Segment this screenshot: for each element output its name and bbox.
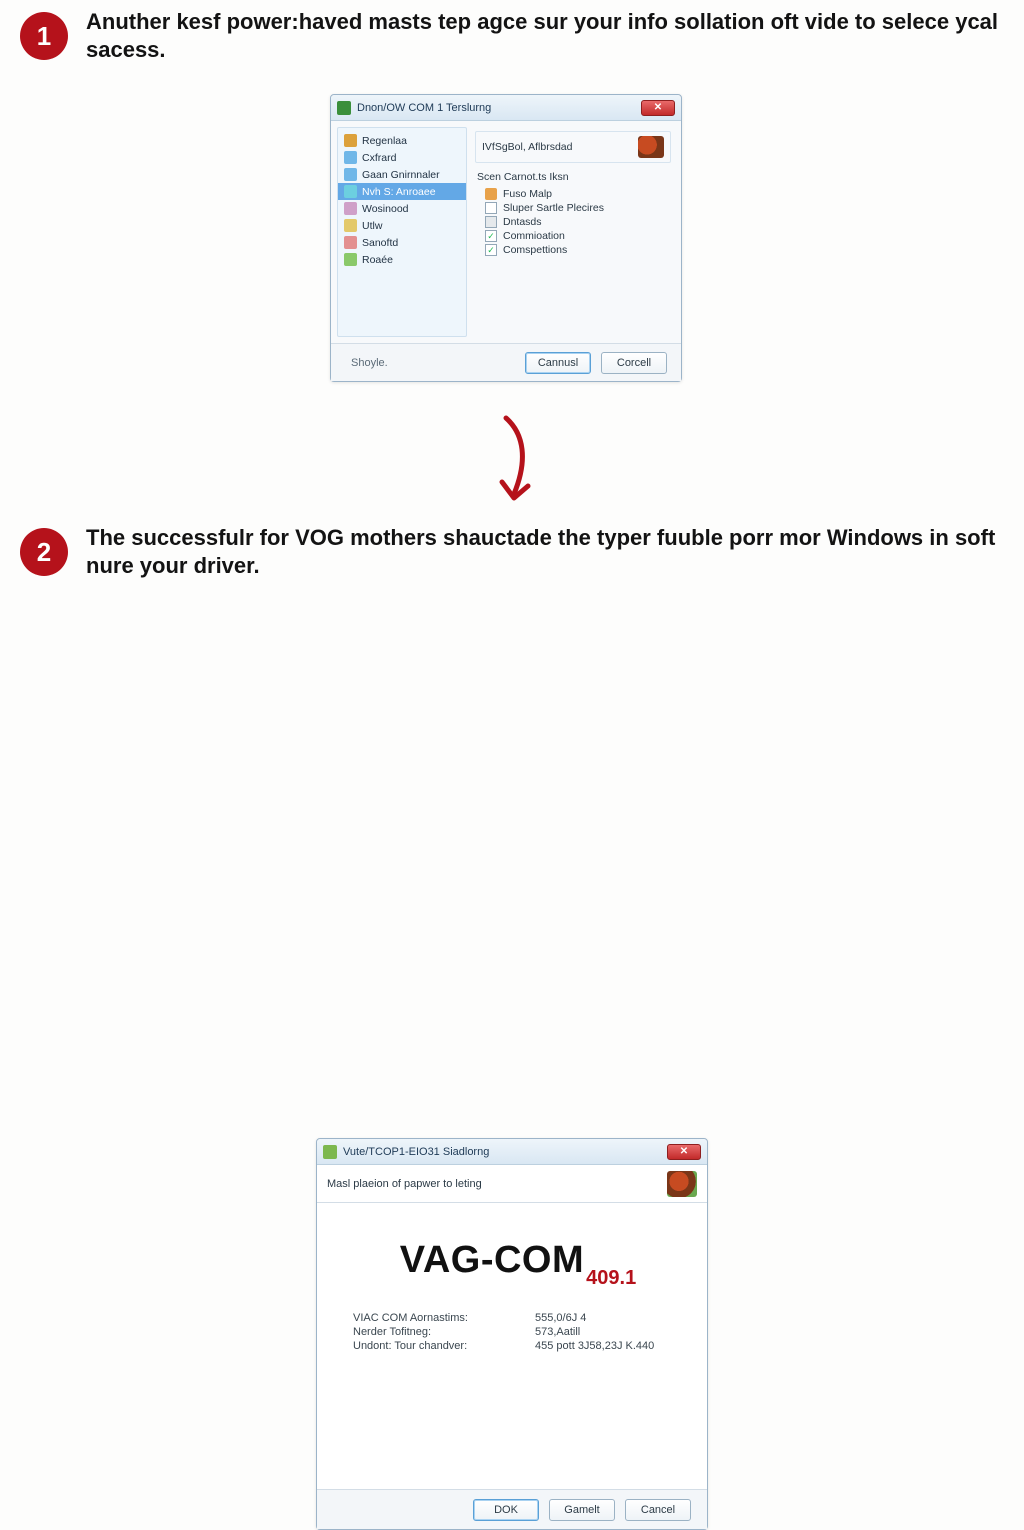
step-1-badge: 1 [20,12,68,60]
sidebar-item-label: Cxfrard [362,152,396,164]
checkbox-icon: ✓ [485,244,497,256]
sidebar-item-icon [344,151,357,164]
close-icon: ✕ [654,102,662,113]
dialog-1-body: Regenlaa Cxfrard Gaan Gnirnnaler Nvh S: Anr… [331,121,681,343]
info-key: Nerder Tofitneg: [353,1326,523,1338]
info-line-2: Undont: Tour chandver: 455 pott 3J58,23J … [353,1340,683,1352]
sidebar-item-icon [344,168,357,181]
sidebar-item-label: Sanoftd [362,237,398,249]
sidebar-item-1[interactable]: Cxfrard [338,149,466,166]
dialog-2-body: VAG-COM 409.1 VIAC COM Aornastims: 555,0/… [317,1203,707,1489]
dialog-1-primary-button[interactable]: Cannusl [525,352,591,374]
panel-header-label: IVfSgBol, Aflbrsdad [482,141,572,153]
sidebar-item-label: Wosinood [362,203,409,215]
sidebar-item-icon [344,219,357,232]
sidebar-item-5[interactable]: Utlw [338,217,466,234]
checkbox-icon [485,202,497,214]
dialog-2-titlebar[interactable]: Vute/TCOP1-EIO31 Siadlorng ✕ [317,1139,707,1165]
sidebar-item-icon [344,185,357,198]
app-icon [323,1145,337,1159]
panel-header-thumbnail-icon [638,136,664,158]
logo-row: VAG-COM 409.1 [353,1239,683,1282]
checkbox-icon [485,216,497,228]
dialog-2-footer: DOK Gamelt Cancel [317,1489,707,1529]
ok-button[interactable]: DOK [473,1499,539,1521]
sidebar-item-icon [344,134,357,147]
info-line-1: Nerder Tofitneg: 573,Aatill [353,1326,683,1338]
step-2: 2 The successfulr for VOG mothers shauct… [0,524,1024,580]
sidebar-item-label: Regenlaa [362,135,407,147]
info-value: 455 pott 3J58,23J K.440 [535,1340,654,1352]
dialog-1-titlebar[interactable]: Dnon/OW COM 1 Terslurng ✕ [331,95,681,121]
info-value: 573,Aatill [535,1326,580,1338]
panel-header-box: IVfSgBol, Aflbrsdad [475,131,671,163]
option-icon [485,188,497,200]
option-row-2[interactable]: Dntasds [475,215,671,229]
middle-button[interactable]: Gamelt [549,1499,615,1521]
option-label: Fuso Malp [503,188,552,200]
sidebar-item-3[interactable]: Nvh S: Anroaee [338,183,466,200]
dialog-1-title: Dnon/OW COM 1 Terslurng [357,102,491,114]
dialog-1-secondary-button[interactable]: Corcell [601,352,667,374]
info-key: Undont: Tour chandver: [353,1340,523,1352]
dialog-2-subtitle-bar: Masl plaeion of papwer to leting [317,1165,707,1203]
dialog-2-title: Vute/TCOP1-EIO31 Siadlorng [343,1146,489,1158]
option-label: Comspettions [503,244,567,256]
close-icon: ✕ [680,1146,688,1157]
info-key: VIAC COM Aornastims: [353,1312,523,1324]
dialog-1: Dnon/OW COM 1 Terslurng ✕ Regenlaa Cxfrar… [330,94,682,382]
product-logo-text: VAG-COM [400,1239,584,1282]
sidebar-item-7[interactable]: Roaée [338,251,466,268]
option-label: Dntasds [503,216,542,228]
step-1: 1 Anuther kesf power:haved masts tep agc… [0,8,1024,64]
subtitle-thumbnail-icon [667,1171,697,1197]
sidebar: Regenlaa Cxfrard Gaan Gnirnnaler Nvh S: Anr… [337,127,467,337]
info-value: 555,0/6J 4 [535,1312,586,1324]
option-label: Commioation [503,230,565,242]
step-1-header: 1 Anuther kesf power:haved masts tep agc… [0,8,1024,64]
option-row-4[interactable]: ✓ Comspettions [475,243,671,257]
step-2-header: 2 The successfulr for VOG mothers shauct… [0,524,1024,580]
sidebar-item-icon [344,236,357,249]
close-button[interactable]: ✕ [667,1144,701,1160]
sidebar-item-0[interactable]: Regenlaa [338,132,466,149]
sidebar-item-icon [344,253,357,266]
dialog-2: Vute/TCOP1-EIO31 Siadlorng ✕ Masl plaeio… [316,1138,708,1530]
info-line-0: VIAC COM Aornastims: 555,0/6J 4 [353,1312,683,1324]
option-row-0[interactable]: Fuso Malp [475,187,671,201]
sidebar-item-icon [344,202,357,215]
app-icon [337,101,351,115]
cancel-button[interactable]: Cancel [625,1499,691,1521]
close-button[interactable]: ✕ [641,100,675,116]
options-list: Fuso Malp Sluper Sartle Plecires Dntasds ✓ C… [475,187,671,257]
dialog-1-footer: Shoyle. Cannusl Corcell [331,343,681,381]
checkbox-icon: ✓ [485,230,497,242]
option-row-3[interactable]: ✓ Commioation [475,229,671,243]
info-block: VIAC COM Aornastims: 555,0/6J 4 Nerder Tof… [353,1312,683,1352]
step-1-text: Anuther kesf power:haved masts tep agce … [86,8,1004,64]
product-version-text: 409.1 [586,1267,636,1290]
sidebar-item-2[interactable]: Gaan Gnirnnaler [338,166,466,183]
footer-link[interactable]: Shoyle. [345,357,388,369]
sidebar-item-label: Nvh S: Anroaee [362,186,436,198]
step-2-text: The successfulr for VOG mothers shauctad… [86,524,1004,580]
right-panel: IVfSgBol, Aflbrsdad Scen Carnot.ts Iksn … [473,121,681,343]
step-2-badge: 2 [20,528,68,576]
option-row-1[interactable]: Sluper Sartle Plecires [475,201,671,215]
options-group-title: Scen Carnot.ts Iksn [477,171,671,183]
sidebar-item-label: Utlw [362,220,382,232]
flow-arrow-icon [488,414,536,514]
sidebar-item-label: Gaan Gnirnnaler [362,169,440,181]
dialog-2-subtitle: Masl plaeion of papwer to leting [327,1178,482,1190]
sidebar-item-6[interactable]: Sanoftd [338,234,466,251]
sidebar-item-4[interactable]: Wosinood [338,200,466,217]
sidebar-item-label: Roaée [362,254,393,266]
option-label: Sluper Sartle Plecires [503,202,604,214]
